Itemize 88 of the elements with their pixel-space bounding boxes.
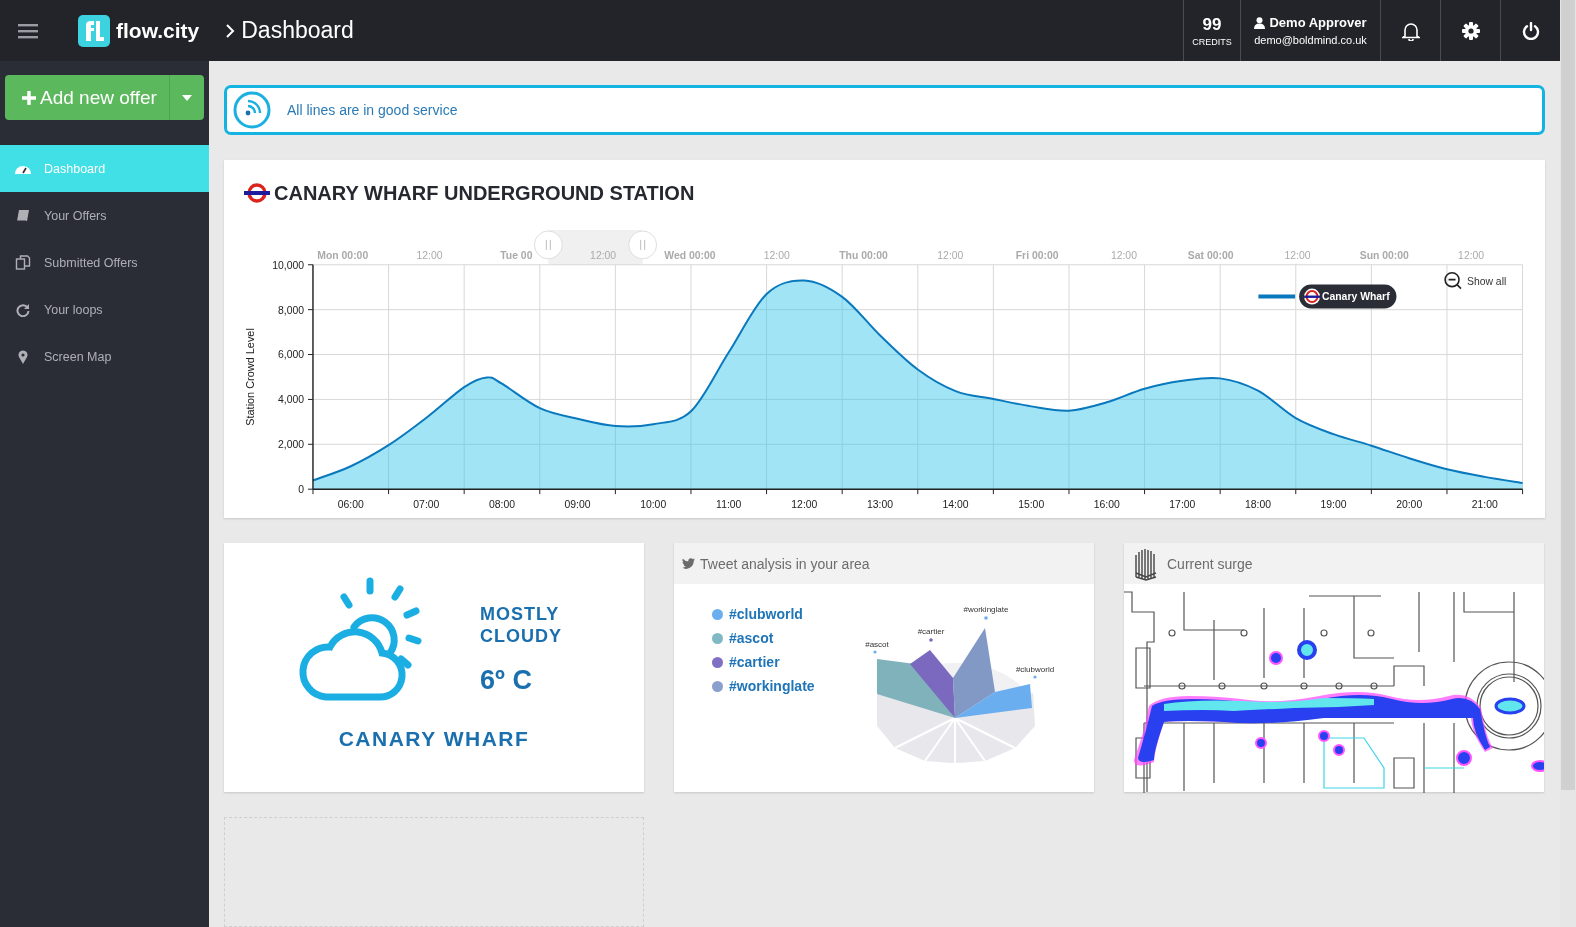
y-tick-label: 6,000 [278,349,305,361]
x-tick-label: 21:00 [1471,499,1498,511]
x-tick-label: 11:00 [716,499,742,511]
nav-item[interactable]: Your loops [0,286,209,333]
roundel-icon [244,183,270,204]
navigator-label: Fri 00:00 [1015,249,1059,261]
navigator-label: Mon 00:00 [317,249,369,261]
navigator-label: Tue 00 [500,249,533,261]
user-email: demo@boldmind.co.uk [1254,34,1367,46]
navigator-label: 12:00 [763,249,790,261]
hashtag-label: #ascot [729,630,774,647]
x-tick-label: 09:00 [564,499,591,511]
book-icon [15,208,31,223]
y-tick-label: 8,000 [278,304,305,316]
x-tick-label: 17:00 [1169,499,1196,511]
brand-name[interactable]: flow.city [116,18,200,43]
card-title: Current surge [1167,555,1253,572]
navigator-label: 12:00 [937,249,964,261]
nav-item[interactable]: Screen Map [0,333,209,380]
legend-line [1258,294,1296,299]
x-tick-label: 12:00 [791,499,818,511]
navigator-label: 12:00 [416,249,443,261]
credits-value: 99 [1202,14,1222,35]
weather-location: CANARY WHARF [338,727,530,752]
bell-icon[interactable] [1401,20,1420,41]
card-title: Tweet analysis in your area [700,555,870,572]
x-tick-label: 13:00 [866,499,893,511]
navigator-label: 12:00 [1284,249,1311,261]
x-tick-label: 14:00 [942,499,969,511]
x-tick-label: 18:00 [1244,499,1271,511]
zoom-out-icon[interactable] [1444,272,1462,290]
navigator-label: Thu 00:00 [839,249,888,261]
alert-message: All lines are in good service [287,102,458,119]
bird-icon [682,558,695,570]
hashtag-label: #cartier [729,654,780,671]
navigator-label: 12:00 [1458,249,1485,261]
chevron-icon [225,22,236,39]
chart-label: #clubworld [1015,665,1054,675]
navigator-label: Wed 00:00 [664,249,716,261]
y-axis-title: Station Crowd Level [244,328,257,426]
nav-item[interactable]: Submitted Offers [0,239,209,286]
building-icon [1134,546,1158,581]
temperature: 6º C [480,665,533,697]
chart-label: #workinglate [963,605,1009,615]
x-tick-label: 20:00 [1396,499,1423,511]
x-tick-label: 10:00 [640,499,667,511]
navigator-label: 12:00 [590,249,617,261]
range-handle[interactable] [533,230,563,260]
credits-label: CREDITS [1192,36,1232,47]
nav-item[interactable]: Your Offers [0,192,209,239]
caret-icon [182,94,192,101]
plus-icon [22,90,36,105]
legend-label[interactable]: Canary Wharf [1321,291,1390,303]
hashtag-label: #clubworld [729,606,803,623]
user-name: Demo Approver [1269,15,1367,30]
logo-icon[interactable] [78,14,110,47]
y-tick-label: 10,000 [272,259,305,271]
legend-pill[interactable] [1299,284,1397,309]
navigator-label: 12:00 [1110,249,1137,261]
refresh-icon [15,302,31,317]
y-tick-label: 4,000 [278,394,305,406]
page-title: Dashboard [241,17,354,44]
user-icon [1254,16,1266,29]
scrollbar-thumb[interactable] [1561,0,1575,790]
range-handle[interactable] [628,230,658,260]
navigator-label: Sun 00:00 [1359,249,1409,261]
hashtag-label: #workinglate [729,678,815,695]
show-all-link[interactable]: Show all [1466,275,1507,287]
x-tick-label: 15:00 [1018,499,1045,511]
chart-label: #ascot [864,640,889,650]
settings-icon[interactable] [1461,21,1480,40]
power-icon[interactable] [1521,21,1540,40]
station-title: CANARY WHARF UNDERGROUND STATION [274,181,695,205]
navigator-label: Sat 00:00 [1187,249,1234,261]
y-tick-label: 0 [298,484,305,496]
signal-icon [233,91,271,130]
menu-icon[interactable] [18,22,38,39]
copy-icon [15,255,31,270]
weather-condition: MOSTLY CLOUDY [480,603,563,648]
roundel-icon [1304,288,1320,305]
y-tick-label: 2,000 [278,439,305,451]
x-tick-label: 19:00 [1320,499,1347,511]
x-tick-label: 16:00 [1093,499,1120,511]
user-menu[interactable]: Demo Approver demo@boldmind.co.uk [1240,0,1380,61]
chart-label: #cartier [917,627,944,637]
x-tick-label: 07:00 [413,499,440,511]
x-tick-label: 08:00 [488,499,515,511]
x-tick-label: 06:00 [337,499,364,511]
